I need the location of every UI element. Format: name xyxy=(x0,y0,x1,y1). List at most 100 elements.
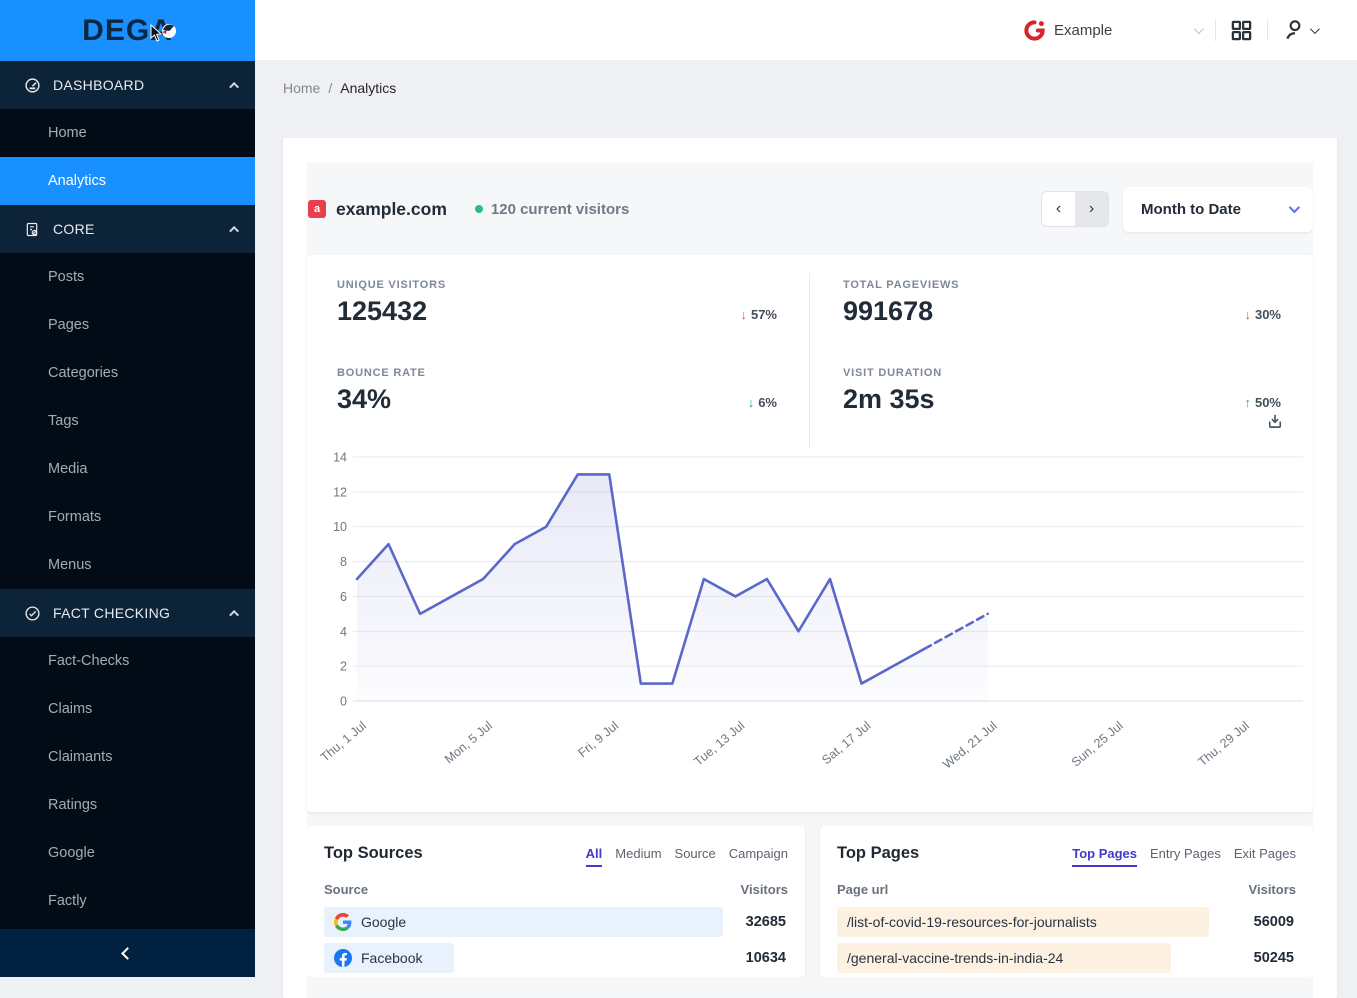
sidebar-item-tags[interactable]: Tags xyxy=(0,397,255,445)
stat-visit-duration: VISIT DURATION2m 35s↑50% xyxy=(810,361,1313,449)
site-header-row: a example.com 120 current visitors ‹ › M… xyxy=(307,163,1313,255)
sidebar-section-label: FACT CHECKING xyxy=(53,605,232,621)
x-axis-tick-label: Thu, 1 Jul xyxy=(318,719,369,765)
sources-tab-medium[interactable]: Medium xyxy=(615,846,661,867)
stat-change-percent: 6% xyxy=(758,395,777,410)
stat-change: ↓57% xyxy=(740,307,777,322)
organisation-select[interactable]: Example xyxy=(1023,19,1201,42)
sources-tab-source[interactable]: Source xyxy=(675,846,716,867)
sidebar-item-label: Posts xyxy=(48,269,84,285)
top-sources-title: Top Sources xyxy=(324,844,423,863)
content-area: Example Home/Analytics xyxy=(255,0,1357,977)
y-axis-tick-label: 4 xyxy=(340,625,347,639)
x-axis-tick-label: Fri, 9 Jul xyxy=(575,719,621,761)
chevron-left-icon xyxy=(121,947,134,960)
page-row[interactable]: /list-of-covid-19-resources-for-journali… xyxy=(837,907,1296,937)
column-visitors: Visitors xyxy=(1249,882,1296,897)
top-bar: Example xyxy=(255,0,1357,60)
pages-tab-entry-pages[interactable]: Entry Pages xyxy=(1150,846,1221,867)
user-menu-button[interactable] xyxy=(1282,17,1317,43)
chevron-down-icon xyxy=(1289,202,1300,213)
sidebar-item-formats[interactable]: Formats xyxy=(0,493,255,541)
sidebar-item-label: Ratings xyxy=(48,797,97,813)
x-axis-tick-label: Wed, 21 Jul xyxy=(940,719,999,772)
sources-tab-campaign[interactable]: Campaign xyxy=(729,846,788,867)
pages-tab-top-pages[interactable]: Top Pages xyxy=(1072,846,1137,867)
page-row[interactable]: /general-vaccine-trends-in-india-2450245 xyxy=(837,943,1296,973)
sidebar-item-label: Tags xyxy=(48,413,79,429)
mouse-cursor xyxy=(150,24,164,42)
sidebar-item-google[interactable]: Google xyxy=(0,829,255,877)
sidebar-item-label: Factly xyxy=(48,893,87,909)
row-visitors: 32685 xyxy=(746,914,786,930)
sidebar-section-fact-checking[interactable]: FACT CHECKING xyxy=(0,589,255,637)
sidebar-item-home[interactable]: Home xyxy=(0,109,255,157)
row-label: Google xyxy=(324,907,788,937)
sidebar-item-categories[interactable]: Categories xyxy=(0,349,255,397)
sidebar-item-label: Menus xyxy=(48,557,92,573)
sidebar-item-menus[interactable]: Menus xyxy=(0,541,255,589)
source-row[interactable]: Facebook10634 xyxy=(324,943,788,973)
date-range-value: Month to Date xyxy=(1141,201,1289,218)
divider xyxy=(1215,19,1216,41)
row-label: Facebook xyxy=(324,943,788,973)
stat-label: TOTAL PAGEVIEWS xyxy=(843,279,1313,291)
sidebar-item-label: Fact-Checks xyxy=(48,653,129,669)
sidebar-section-dashboard[interactable]: DASHBOARD xyxy=(0,61,255,109)
sidebar-item-media[interactable]: Media xyxy=(0,445,255,493)
row-label-text: /general-vaccine-trends-in-india-24 xyxy=(847,950,1063,966)
top-sources-tabs: All Medium Source Campaign xyxy=(586,846,788,867)
sidebar-item-claims[interactable]: Claims xyxy=(0,685,255,733)
stat-change-percent: 57% xyxy=(751,307,777,322)
download-button[interactable] xyxy=(1266,412,1284,436)
sidebar-menu: DASHBOARD Home AnalyticsCORE Posts PagesCate… xyxy=(0,61,255,929)
top-pages-rows: /list-of-covid-19-resources-for-journali… xyxy=(837,907,1296,977)
breadcrumb-home[interactable]: Home xyxy=(283,80,320,96)
row-visitors: 56009 xyxy=(1254,914,1294,930)
y-axis-tick-label: 6 xyxy=(340,590,347,604)
sidebar-item-ratings[interactable]: Ratings xyxy=(0,781,255,829)
next-period-button[interactable]: › xyxy=(1075,192,1108,226)
y-axis-tick-label: 2 xyxy=(340,660,347,674)
top-pages-title: Top Pages xyxy=(837,844,919,863)
sidebar-section-core[interactable]: CORE xyxy=(0,205,255,253)
apps-grid-button[interactable] xyxy=(1230,19,1253,42)
stat-total-pageviews: TOTAL PAGEVIEWS991678↓30% xyxy=(810,273,1313,361)
y-axis-tick-label: 14 xyxy=(333,451,347,465)
sidebar-item-label: Google xyxy=(48,845,95,861)
sidebar-item-pages[interactable]: Pages xyxy=(0,301,255,349)
date-range-select[interactable]: Month to Date xyxy=(1123,187,1313,232)
pages-tab-exit-pages[interactable]: Exit Pages xyxy=(1234,846,1296,867)
page-background: Home/Analytics a example.com 120 current… xyxy=(255,60,1357,977)
prev-period-button[interactable]: ‹ xyxy=(1042,192,1075,226)
sidebar-collapse-trigger[interactable] xyxy=(0,929,255,977)
org-logo xyxy=(1023,19,1046,42)
logo-banner[interactable]: DEGA xyxy=(0,0,255,61)
sidebar: DEGA DASHBOARD Home AnalyticsCORE Posts Page… xyxy=(0,0,255,977)
y-axis-tick-label: 10 xyxy=(333,520,347,534)
column-visitors: Visitors xyxy=(741,882,788,897)
sidebar-item-analytics[interactable]: Analytics xyxy=(0,157,255,205)
arrow-down-icon: ↓ xyxy=(748,395,755,410)
visitors-chart[interactable]: 02468101214Thu, 1 JulMon, 5 JulFri, 9 Ju… xyxy=(307,445,1313,775)
gauge-icon xyxy=(24,77,41,94)
sidebar-item-fact-checks[interactable]: Fact-Checks xyxy=(0,637,255,685)
source-row[interactable]: Google32685 xyxy=(324,907,788,937)
stat-change: ↓30% xyxy=(1244,307,1281,322)
stat-value: 125432 xyxy=(337,296,809,327)
sidebar-item-claimants[interactable]: Claimants xyxy=(0,733,255,781)
top-pages-tabs: Top Pages Entry Pages Exit Pages xyxy=(1072,846,1296,867)
x-axis-tick-label: Tue, 13 Jul xyxy=(691,719,747,769)
sidebar-item-label: Home xyxy=(48,125,87,141)
y-axis-tick-label: 12 xyxy=(333,485,347,499)
stat-bounce-rate: BOUNCE RATE34%↓6% xyxy=(307,361,810,449)
divider xyxy=(1267,19,1268,41)
sidebar-item-factly[interactable]: Factly xyxy=(0,877,255,925)
sidebar-item-label: Claims xyxy=(48,701,92,717)
sidebar-item-label: Claimants xyxy=(48,749,112,765)
sidebar-item-posts[interactable]: Posts xyxy=(0,253,255,301)
caret-down-icon xyxy=(1310,24,1320,34)
breadcrumb-analytics: Analytics xyxy=(340,80,396,96)
row-visitors: 10634 xyxy=(746,950,786,966)
sources-tab-all[interactable]: All xyxy=(586,846,603,867)
